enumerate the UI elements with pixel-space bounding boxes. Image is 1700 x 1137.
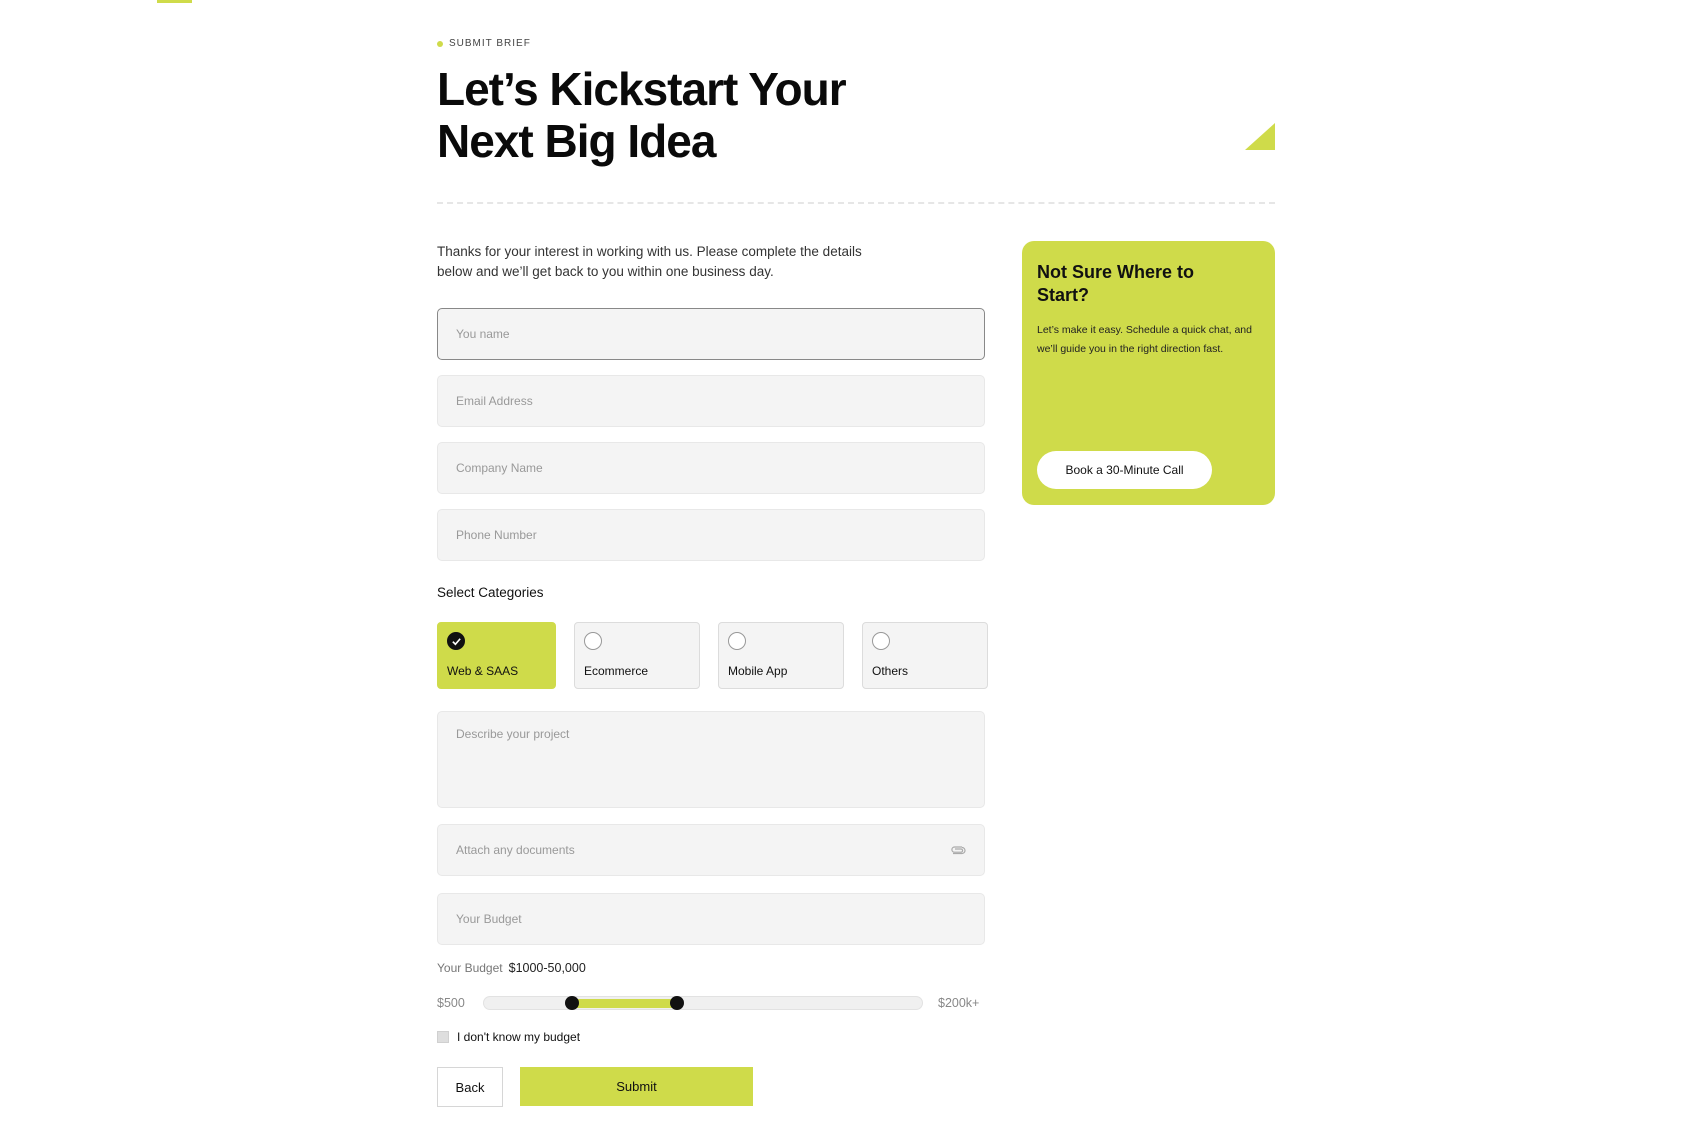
phone-input[interactable] <box>456 528 966 542</box>
eyebrow: SUBMIT BRIEF <box>437 38 1275 49</box>
category-options: Web & SAAS Ecommerce Mobile App Others <box>437 622 988 689</box>
company-field-wrapper <box>437 442 985 494</box>
radio-icon <box>872 632 890 650</box>
category-mobile-app[interactable]: Mobile App <box>718 622 844 689</box>
budget-label: Your Budget <box>437 961 503 975</box>
categories-label: Select Categories <box>437 585 544 600</box>
intro-text: Thanks for your interest in working with… <box>437 244 862 279</box>
company-input[interactable] <box>456 461 966 475</box>
slider-end-handle[interactable] <box>669 996 684 1010</box>
category-others[interactable]: Others <box>862 622 988 689</box>
slider-range-fill <box>571 999 677 1008</box>
category-label: Ecommerce <box>584 664 649 678</box>
page-title: Let’s Kickstart Your Next Big Idea <box>437 63 847 167</box>
brief-form: Thanks for your interest in working with… <box>437 242 988 1107</box>
description-textarea[interactable] <box>456 727 966 797</box>
slider-start-handle[interactable] <box>564 996 579 1010</box>
help-card-text: Let’s make it easy. Schedule a quick cha… <box>1037 324 1252 355</box>
unknown-budget-row: I don't know my budget <box>437 1030 580 1044</box>
checked-radio-icon <box>447 632 465 650</box>
category-label: Others <box>872 664 909 678</box>
slider-max-label: $200k+ <box>938 996 980 1010</box>
unknown-budget-checkbox[interactable] <box>437 1031 449 1043</box>
top-accent-bar <box>157 0 192 3</box>
book-call-button[interactable]: Book a 30-Minute Call <box>1037 451 1212 489</box>
budget-input[interactable] <box>456 912 966 926</box>
form-actions: Back Submit <box>437 1067 753 1107</box>
budget-field-wrapper <box>437 893 985 945</box>
triangle-decoration-icon <box>1245 123 1275 150</box>
description-field-wrapper <box>437 711 985 808</box>
budget-range-slider: $500 $200k+ <box>437 996 985 1010</box>
radio-icon <box>728 632 746 650</box>
radio-icon <box>584 632 602 650</box>
category-web-saas[interactable]: Web & SAAS <box>437 622 556 689</box>
back-button[interactable]: Back <box>437 1067 503 1107</box>
attach-documents-field[interactable]: Attach any documents <box>437 824 985 876</box>
budget-summary: Your Budget $1000-50,000 <box>437 961 586 975</box>
slider-track[interactable] <box>483 996 923 1010</box>
name-field-wrapper <box>437 308 985 360</box>
category-label: Mobile App <box>728 664 788 678</box>
unknown-budget-label: I don't know my budget <box>457 1030 581 1044</box>
help-card-title: Not Sure Where to Start? <box>1037 262 1195 305</box>
email-field-wrapper <box>437 375 985 427</box>
category-ecommerce[interactable]: Ecommerce <box>574 622 700 689</box>
paperclip-icon[interactable] <box>950 844 966 856</box>
attach-placeholder: Attach any documents <box>456 843 575 857</box>
help-card: Not Sure Where to Start? Let’s make it e… <box>1022 241 1275 505</box>
eyebrow-label: SUBMIT BRIEF <box>449 38 531 49</box>
slider-min-label: $500 <box>437 996 465 1010</box>
hero-section: SUBMIT BRIEF Let’s Kickstart Your Next B… <box>437 38 1275 167</box>
dashed-divider <box>437 202 1275 204</box>
phone-field-wrapper <box>437 509 985 561</box>
category-label: Web & SAAS <box>447 664 519 678</box>
name-input[interactable] <box>456 327 966 341</box>
budget-value: $1000-50,000 <box>508 961 586 975</box>
email-input[interactable] <box>456 394 966 408</box>
submit-button[interactable]: Submit <box>520 1067 753 1106</box>
eyebrow-dot-icon <box>437 40 443 47</box>
